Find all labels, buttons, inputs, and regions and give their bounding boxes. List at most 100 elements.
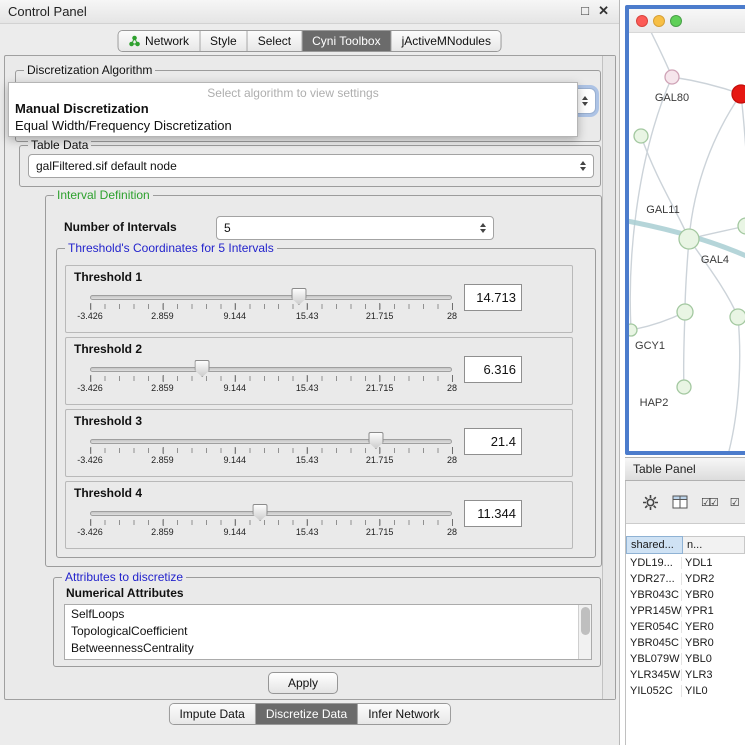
tab-cyni-toolbox[interactable]: Cyni Toolbox	[302, 31, 391, 51]
scale-label: 15.43	[296, 311, 319, 321]
threshold-value-field[interactable]: 6.316	[464, 356, 522, 383]
table-row[interactable]: YPR145W YPR1	[626, 603, 745, 619]
column-header-shared-name[interactable]: shared...	[626, 536, 683, 554]
table-cell[interactable]: YBL0	[682, 653, 712, 665]
network-node[interactable]	[730, 309, 745, 325]
algorithm-option-equal-width[interactable]: Equal Width/Frequency Discretization	[9, 117, 577, 134]
table-row[interactable]: YBR045C YBR0	[626, 635, 745, 651]
list-scrollbar-thumb[interactable]	[581, 607, 590, 635]
minimize-traffic-light-icon[interactable]	[653, 15, 665, 27]
panel-scrollbar[interactable]	[602, 56, 615, 699]
algorithm-option-manual[interactable]: Manual Discretization	[9, 100, 577, 117]
slider-thumb[interactable]	[195, 360, 210, 377]
table-row[interactable]: YDR27... YDR2	[626, 571, 745, 587]
tab-infer-network[interactable]: Infer Network	[358, 704, 449, 724]
network-node[interactable]	[677, 304, 693, 320]
table-row[interactable]: YBR043C YBR0	[626, 587, 745, 603]
table-cell[interactable]: YER0	[682, 621, 714, 633]
table-cell[interactable]: YDR27...	[626, 573, 682, 585]
attributes-list[interactable]: SelfLoopsTopologicalCoefficientBetweenne…	[64, 604, 592, 660]
list-scrollbar[interactable]	[578, 605, 591, 659]
table-cell[interactable]: YIL0	[682, 685, 708, 697]
slider-track[interactable]	[90, 511, 452, 516]
table-cell[interactable]: YBR0	[682, 637, 714, 649]
table-data-combobox[interactable]: galFiltered.sif default node	[28, 154, 594, 178]
apply-button[interactable]: Apply	[268, 672, 338, 694]
threshold-1-block: Threshold 1 -3.4262.8599.14415.4321.7152…	[65, 265, 573, 333]
close-traffic-light-icon[interactable]	[636, 15, 648, 27]
threshold-4-block: Threshold 4 -3.4262.8599.14415.4321.7152…	[65, 481, 573, 549]
combo-arrows-icon	[474, 223, 486, 233]
column-header-name[interactable]: n...	[683, 536, 745, 554]
threshold-1-slider[interactable]: -3.4262.8599.14415.4321.71528	[90, 288, 452, 330]
list-item[interactable]: SelfLoops	[65, 606, 591, 623]
threshold-value-field[interactable]: 11.344	[464, 500, 522, 527]
algorithm-placeholder-option[interactable]: Select algorithm to view settings	[9, 83, 577, 100]
table-cell[interactable]: YER054C	[626, 621, 682, 633]
slider-thumb[interactable]	[368, 432, 383, 449]
zoom-traffic-light-icon[interactable]	[670, 15, 682, 27]
slider-track[interactable]	[90, 295, 452, 300]
slider-scale: -3.4262.8599.14415.4321.71528	[90, 455, 452, 467]
slider-ticks	[90, 448, 452, 453]
tab-network[interactable]: Network	[118, 31, 200, 51]
table-panel-titlebar: Table Panel	[625, 457, 745, 481]
control-panel-window: Control Panel □ ✕ Network Style Select C…	[0, 0, 620, 745]
float-window-icon[interactable]: □	[581, 3, 589, 18]
table-row[interactable]: YIL052C YIL0	[626, 683, 745, 699]
table-row[interactable]: YLR345W YLR3	[626, 667, 745, 683]
slider-thumb[interactable]	[291, 288, 306, 305]
tab-impute-data[interactable]: Impute Data	[169, 704, 255, 724]
table-cell[interactable]: YBR0	[682, 589, 714, 601]
threshold-label: Threshold 3	[74, 414, 142, 428]
tab-style[interactable]: Style	[200, 31, 248, 51]
columns-icon[interactable]	[672, 495, 688, 509]
threshold-3-slider[interactable]: -3.4262.8599.14415.4321.71528	[90, 432, 452, 474]
table-cell[interactable]: YBR043C	[626, 589, 682, 601]
threshold-2-slider[interactable]: -3.4262.8599.14415.4321.71528	[90, 360, 452, 402]
table-cell[interactable]: YPR1	[682, 605, 714, 617]
slider-thumb[interactable]	[253, 504, 268, 521]
table-row[interactable]: YER054C YER0	[626, 619, 745, 635]
table-cell[interactable]: YBR045C	[626, 637, 682, 649]
table-row[interactable]: YDL19... YDL1	[626, 555, 745, 571]
interval-definition-group: Interval Definition Number of Intervals …	[45, 195, 602, 567]
table-cell[interactable]: YDL19...	[626, 557, 682, 569]
list-item[interactable]: TopologicalCoefficient	[65, 623, 591, 640]
tab-jactivemnodules[interactable]: jActiveMNodules	[392, 31, 501, 51]
network-node[interactable]	[634, 129, 648, 143]
network-node[interactable]	[738, 218, 745, 234]
table-row[interactable]: YBL079W YBL0	[626, 651, 745, 667]
table-cell[interactable]: YDR2	[682, 573, 714, 585]
table-cell[interactable]: YBL079W	[626, 653, 682, 665]
top-tab-bar: Network Style Select Cyni Toolbox jActiv…	[117, 30, 502, 52]
tab-discretize-data[interactable]: Discretize Data	[256, 704, 358, 724]
network-node-red[interactable]	[732, 85, 745, 103]
slider-track[interactable]	[90, 439, 452, 444]
table-cell[interactable]: YLR3	[682, 669, 713, 681]
table-cell[interactable]: YDL1	[682, 557, 713, 569]
number-of-intervals-combobox[interactable]: 5	[216, 216, 494, 240]
scale-label: -3.426	[77, 527, 103, 537]
threshold-value-field[interactable]: 21.4	[464, 428, 522, 455]
gear-icon[interactable]	[642, 494, 659, 511]
network-canvas[interactable]: GAL80 GAL11 GAL4 GCY1 HAP2	[629, 33, 745, 451]
close-window-icon[interactable]: ✕	[598, 3, 609, 19]
table-cell[interactable]: YLR345W	[626, 669, 682, 681]
table-cell[interactable]: YIL052C	[626, 685, 682, 697]
scale-label: 9.144	[224, 455, 247, 465]
network-node[interactable]	[679, 229, 699, 249]
list-item[interactable]: BetweennessCentrality	[65, 640, 591, 657]
scale-label: 28	[447, 527, 457, 537]
select-all-checkboxes-icon[interactable]: ☑☑	[701, 496, 717, 509]
table-cell[interactable]: YPR145W	[626, 605, 682, 617]
threshold-4-slider[interactable]: -3.4262.8599.14415.4321.71528	[90, 504, 452, 546]
network-node[interactable]	[665, 70, 679, 84]
select-function-checkbox-icon[interactable]: ☑	[730, 496, 740, 509]
slider-track[interactable]	[90, 367, 452, 372]
group-title: Interval Definition	[54, 188, 153, 202]
network-node[interactable]	[629, 324, 637, 336]
threshold-value-field[interactable]: 14.713	[464, 284, 522, 311]
tab-select[interactable]: Select	[248, 31, 302, 51]
network-node[interactable]	[677, 380, 691, 394]
